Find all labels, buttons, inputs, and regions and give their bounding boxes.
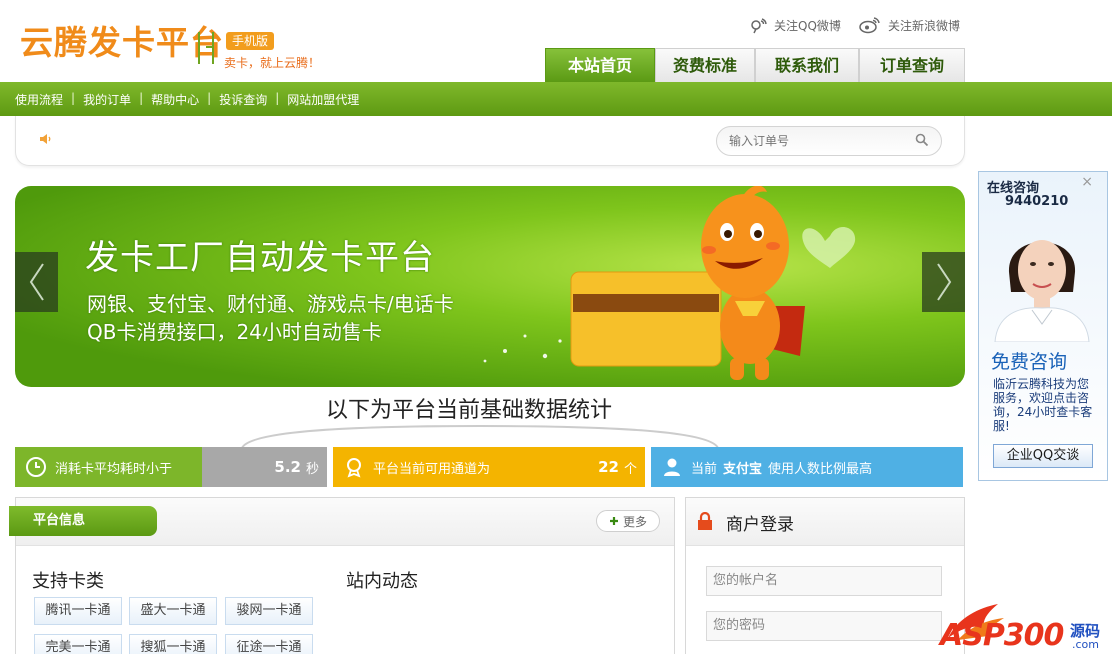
close-icon[interactable]: ×	[1081, 174, 1093, 190]
username-input[interactable]: 您的帐户名	[706, 566, 942, 596]
card-type-sohu[interactable]: 搜狐一卡通	[129, 634, 217, 654]
follow-qq-weibo-label: 关注QQ微博	[774, 18, 841, 33]
page: 云腾发卡平台 手机版 卖卡，就上云腾！ 关注QQ微博 关注新浪微博 本站首页 资…	[0, 0, 1112, 654]
chevron-right-icon	[936, 263, 951, 301]
user-icon	[664, 458, 680, 476]
tab-contact[interactable]: 联系我们	[755, 48, 859, 82]
consult-description: 临沂云腾科技为您服务，欢迎点击咨询，24小时查卡客服!	[993, 377, 1093, 433]
stat-top-payment-method: 支付宝	[723, 461, 763, 477]
card-type-junwang[interactable]: 骏网一卡通	[225, 597, 313, 625]
enterprise-qq-chat-button[interactable]: 企业QQ交谈	[993, 444, 1093, 468]
speaker-icon	[40, 134, 51, 144]
online-consult-widget: × 在线咨询 9440210 免费咨询 临沂云腾科技为您服务，欢迎点击咨询，24…	[978, 171, 1108, 481]
banner-next-button[interactable]	[922, 252, 965, 312]
qq-weibo-icon	[751, 18, 767, 34]
subnav-agent-join[interactable]: 网站加盟代理	[287, 91, 359, 108]
stat-avg-time-label: 消耗卡平均耗时小于	[55, 461, 173, 477]
banner-illustration	[483, 186, 856, 380]
search-icon[interactable]	[915, 133, 929, 147]
tab-home[interactable]: 本站首页	[545, 48, 655, 82]
logo-divider	[198, 32, 214, 64]
platform-info-panel: 平台信息 更多 支持卡类 站内动态 腾讯一卡通 盛大一卡通 骏网一卡通 完美一卡…	[9, 497, 675, 654]
stat-avg-time: 消耗卡平均耗时小于 5.2 秒	[15, 447, 327, 487]
chevron-left-icon	[29, 263, 44, 301]
follow-sina-weibo-link[interactable]: 关注新浪微博	[858, 16, 960, 34]
site-slogan: 卖卡，就上云腾！	[224, 56, 321, 70]
announcement-search-bar	[15, 116, 965, 166]
watermark-text: ASP300	[940, 618, 1064, 653]
platform-info-tab[interactable]: 平台信息	[9, 506, 157, 536]
subnav-complaints[interactable]: 投诉查询	[219, 91, 267, 108]
merchant-login-panel: 商户登录 您的帐户名 您的密码	[685, 497, 965, 654]
stats-decoration	[241, 424, 719, 449]
sina-weibo-icon	[859, 17, 880, 34]
follow-qq-weibo-link[interactable]: 关注QQ微博	[748, 16, 841, 34]
stat-channels-unit: 个	[623, 461, 637, 477]
card-types-title: 支持卡类	[32, 571, 104, 592]
card-type-wanmei[interactable]: 完美一卡通	[34, 634, 122, 654]
banner-prev-button[interactable]	[15, 252, 58, 312]
site-logo[interactable]: 云腾发卡平台	[20, 26, 224, 59]
subnav-separator: |	[275, 91, 280, 105]
free-consult-label: 免费咨询	[991, 351, 1068, 373]
medal-icon	[347, 458, 361, 478]
hero-banner[interactable]: 发卡工厂自动发卡平台 网银、支付宝、财付通、游戏点卡/电话卡 QB卡消费接口，2…	[15, 186, 965, 387]
stat-channels-label: 平台当前可用通道为	[373, 461, 491, 477]
subnav-separator: |	[71, 91, 76, 105]
stat-channels: 平台当前可用通道为 22 个	[333, 447, 645, 487]
stat-avg-time-value: 5.2	[274, 458, 301, 476]
more-button[interactable]: 更多	[596, 510, 660, 532]
card-type-tencent[interactable]: 腾讯一卡通	[34, 597, 122, 625]
main-nav-tabs: 本站首页 资费标准 联系我们 订单查询	[545, 48, 965, 82]
lock-icon	[698, 512, 712, 530]
stat-avg-time-unit: 秒	[305, 461, 319, 477]
sub-nav: 使用流程 | 我的订单 | 帮助中心 | 投诉查询 | 网站加盟代理	[15, 91, 359, 108]
watermark-domain: .com	[1072, 638, 1099, 651]
order-search-box	[716, 126, 942, 156]
stat-top-payment: 当前 支付宝 使用人数比例最高	[651, 447, 963, 487]
stat-top-payment-suffix: 使用人数比例最高	[768, 461, 873, 477]
mobile-version-badge[interactable]: 手机版	[226, 32, 275, 50]
subnav-my-orders[interactable]: 我的订单	[83, 91, 131, 108]
clock-icon	[26, 457, 46, 477]
consult-number: 9440210	[1005, 194, 1069, 209]
news-title: 站内动态	[346, 571, 418, 592]
card-type-shanda[interactable]: 盛大一卡通	[129, 597, 217, 625]
follow-sina-weibo-label: 关注新浪微博	[888, 18, 961, 33]
agent-avatar	[994, 240, 1090, 342]
more-label: 更多	[622, 514, 647, 529]
stat-top-payment-prefix: 当前	[691, 461, 718, 477]
subnav-separator: |	[207, 91, 212, 105]
subnav-separator: |	[139, 91, 144, 105]
order-number-input[interactable]	[729, 134, 909, 148]
subnav-help-center[interactable]: 帮助中心	[151, 91, 199, 108]
tab-order-query[interactable]: 订单查询	[859, 48, 965, 82]
merchant-login-title: 商户登录	[726, 515, 794, 535]
asp300-watermark: ASP300 源码 .com	[938, 598, 1112, 654]
plus-icon	[609, 517, 618, 525]
password-input[interactable]: 您的密码	[706, 611, 942, 641]
subnav-usage-flow[interactable]: 使用流程	[15, 91, 63, 108]
stat-channels-value: 22	[598, 458, 619, 476]
card-type-zhengtu[interactable]: 征途一卡通	[225, 634, 313, 654]
tab-pricing[interactable]: 资费标准	[655, 48, 755, 82]
